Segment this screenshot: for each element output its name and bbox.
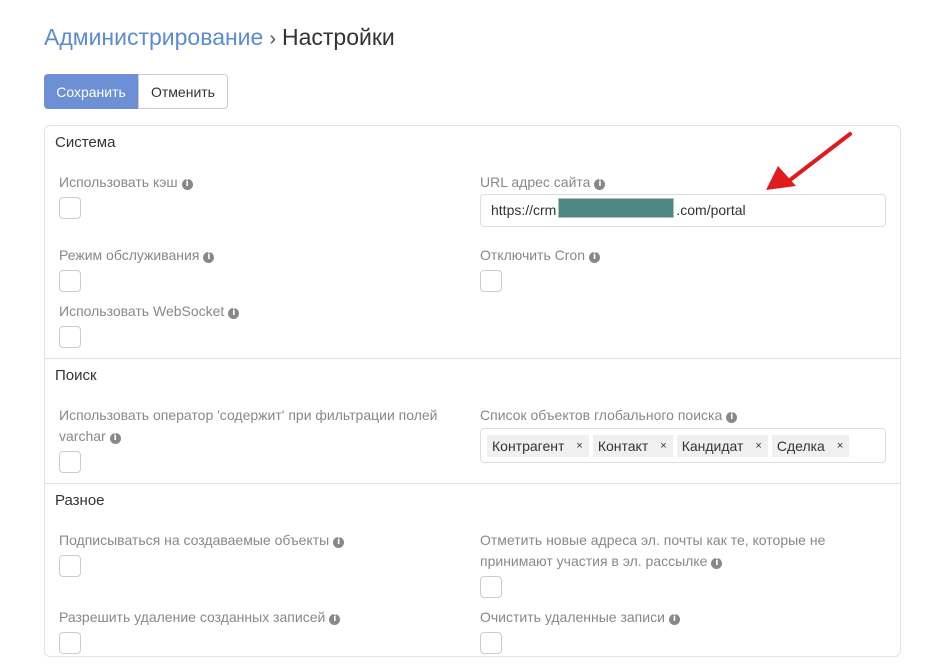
- allow-delete-created-checkbox[interactable]: [59, 632, 81, 654]
- section-title-system: Система: [55, 134, 116, 151]
- clean-deleted-checkbox[interactable]: [480, 632, 502, 654]
- use-websocket-checkbox[interactable]: [59, 326, 81, 348]
- global-search-tags-input[interactable]: Контрагент × Контакт × Кандидат × Сделка ×: [480, 428, 886, 463]
- mark-emails-opted-out-label: Отметить новые адреса эл. почты как те, …: [480, 532, 826, 569]
- field-use-cache: Использовать кэш i: [59, 172, 465, 219]
- action-buttons: Сохранить Отменить: [44, 74, 228, 109]
- info-icon[interactable]: i: [711, 558, 723, 569]
- site-url-input[interactable]: https://crm .com/portal: [480, 194, 886, 227]
- use-websocket-label: Использовать WebSocket i: [59, 301, 465, 322]
- field-maintenance-mode: Режим обслуживания i: [59, 245, 465, 292]
- global-search-list-label: Список объектов глобального поиска i: [480, 405, 886, 426]
- use-cache-label: Использовать кэш i: [59, 172, 465, 193]
- info-icon[interactable]: i: [589, 252, 600, 263]
- info-icon[interactable]: i: [329, 614, 341, 625]
- field-clean-deleted: Очистить удаленные записи i: [480, 607, 886, 654]
- allow-delete-created-label: Разрешить удаление созданных записей i: [59, 607, 465, 628]
- subscribe-created-label: Подписываться на создаваемые объекты i: [59, 530, 465, 551]
- remove-tag-icon[interactable]: ×: [755, 435, 761, 457]
- mark-emails-opted-out-checkbox[interactable]: [480, 576, 502, 598]
- remove-tag-icon[interactable]: ×: [837, 435, 843, 457]
- section-system: Система Использовать кэш i URL адрес сайт…: [45, 126, 900, 358]
- section-search: Поиск Использовать оператор 'содержит' п…: [45, 358, 900, 484]
- redacted-block: [558, 198, 675, 218]
- field-mark-emails-opted-out: Отметить новые адреса эл. почты как те, …: [480, 530, 886, 598]
- tag-item: Сделка ×: [771, 434, 850, 457]
- field-site-url: URL адрес сайта i: [480, 172, 886, 193]
- save-button[interactable]: Сохранить: [44, 74, 138, 109]
- site-url-label: URL адрес сайта i: [480, 172, 886, 193]
- info-icon[interactable]: i: [333, 537, 345, 548]
- page-title: Настройки: [282, 24, 395, 50]
- use-cache-checkbox[interactable]: [59, 197, 81, 219]
- info-icon[interactable]: i: [109, 433, 121, 444]
- info-icon[interactable]: i: [181, 179, 193, 190]
- disable-cron-label: Отключить Cron i: [480, 245, 886, 266]
- disable-cron-checkbox[interactable]: [480, 270, 502, 292]
- tag-item: Кандидат ×: [676, 434, 768, 457]
- section-title-misc: Разное: [55, 492, 105, 509]
- info-icon[interactable]: i: [228, 308, 240, 319]
- maintenance-mode-checkbox[interactable]: [59, 270, 81, 292]
- breadcrumb-link[interactable]: Администрирование: [44, 24, 263, 50]
- section-misc: Разное Подписываться на создаваемые объе…: [45, 483, 900, 664]
- clean-deleted-label: Очистить удаленные записи i: [480, 607, 886, 628]
- page-header: Администрирование › Настройки: [44, 22, 395, 54]
- field-contains-operator: Использовать оператор 'содержит' при фил…: [59, 405, 465, 473]
- field-global-search-list: Список объектов глобального поиска i: [480, 405, 886, 426]
- maintenance-mode-label: Режим обслуживания i: [59, 245, 465, 266]
- field-disable-cron: Отключить Cron i: [480, 245, 886, 292]
- info-icon[interactable]: i: [726, 412, 738, 423]
- breadcrumb-separator: ›: [269, 28, 276, 50]
- field-allow-delete-created: Разрешить удаление созданных записей i: [59, 607, 465, 654]
- info-icon[interactable]: i: [668, 614, 680, 625]
- tag-item: Контрагент ×: [487, 434, 589, 457]
- info-icon[interactable]: i: [594, 179, 606, 190]
- section-title-search: Поиск: [55, 367, 97, 384]
- info-icon[interactable]: i: [203, 252, 215, 263]
- contains-operator-label: Использовать оператор 'содержит' при фил…: [59, 407, 438, 444]
- subscribe-created-checkbox[interactable]: [59, 555, 81, 577]
- remove-tag-icon[interactable]: ×: [660, 435, 666, 457]
- tag-item: Контакт ×: [592, 434, 673, 457]
- settings-panel: Система Использовать кэш i URL адрес сайт…: [44, 125, 901, 657]
- contains-operator-checkbox[interactable]: [59, 451, 81, 473]
- field-subscribe-created: Подписываться на создаваемые объекты i: [59, 530, 465, 577]
- field-use-websocket: Использовать WebSocket i: [59, 301, 465, 348]
- cancel-button[interactable]: Отменить: [138, 74, 228, 109]
- remove-tag-icon[interactable]: ×: [576, 435, 582, 457]
